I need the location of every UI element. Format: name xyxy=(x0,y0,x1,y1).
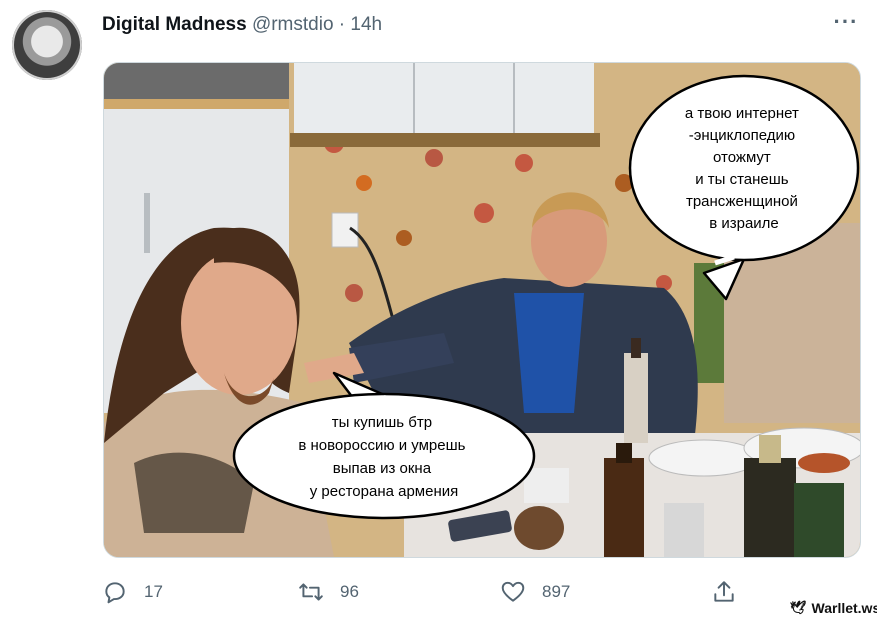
bubble-right-line: а твою интернет xyxy=(685,105,799,122)
like-count: 897 xyxy=(542,582,571,601)
bubble-right-line: трансженщиной xyxy=(686,193,798,210)
bird-logo-icon: 🕊 xyxy=(790,600,807,615)
reply-icon xyxy=(105,582,125,604)
bottle-vodka xyxy=(624,353,648,443)
reply-count: 17 xyxy=(144,582,163,601)
cup xyxy=(514,506,564,550)
reply-button[interactable]: 17 xyxy=(102,578,163,606)
tweet-header: Digital Madness @rmstdio · 14h xyxy=(102,13,382,37)
tweet-actions: 17 96 897 xyxy=(0,572,877,612)
watermark: 🕊 Warllet.ws xyxy=(790,600,877,616)
bubble-right-line: отожмут xyxy=(713,149,771,166)
more-options-button[interactable]: ··· xyxy=(828,8,864,40)
bubble-right-line: и ты станешь xyxy=(695,171,789,188)
upper-cabinets xyxy=(294,63,594,135)
author-avatar[interactable] xyxy=(12,10,82,80)
bubble-right-line: в израиле xyxy=(709,215,779,232)
author-name[interactable]: Digital Madness xyxy=(102,14,247,35)
bubble-left-line: выпав из окна xyxy=(333,460,432,477)
bottle-champagne xyxy=(744,458,796,557)
tweet-timestamp[interactable]: 14h xyxy=(350,14,382,35)
author-handle[interactable]: @rmstdio xyxy=(252,14,334,35)
header-separator: · xyxy=(338,14,346,35)
bubble-left-line: в новороссию и умрешь xyxy=(298,437,465,454)
share-button[interactable] xyxy=(711,578,753,606)
more-icon: ··· xyxy=(833,9,859,34)
retweet-count: 96 xyxy=(340,582,359,601)
heart-icon xyxy=(501,581,525,602)
meme-photo: а твою интернет -энциклопедию отожмут и … xyxy=(104,63,860,557)
share-icon xyxy=(714,581,734,602)
bubble-left-line: ты купишь бтр xyxy=(332,414,432,431)
retweet-button[interactable]: 96 xyxy=(298,578,359,606)
watermark-text: Warllet.ws xyxy=(811,600,877,616)
tweet-media-image[interactable]: а твою интернет -энциклопедию отожмут и … xyxy=(103,62,861,558)
bubble-right-line: -энциклопедию xyxy=(689,127,795,144)
retweet-icon xyxy=(299,583,323,601)
like-button[interactable]: 897 xyxy=(500,578,570,606)
bottle-beer xyxy=(604,458,644,557)
bubble-left-line: у ресторана армения xyxy=(310,483,459,500)
